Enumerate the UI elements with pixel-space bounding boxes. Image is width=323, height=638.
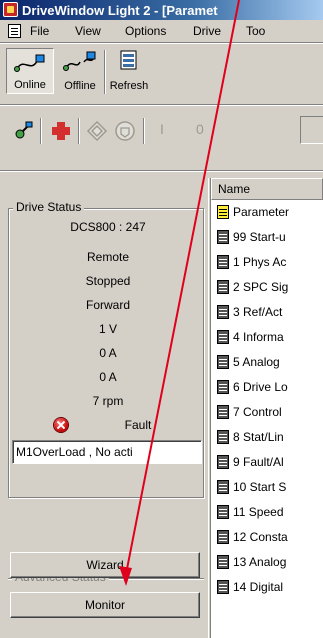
divider — [40, 118, 42, 144]
tree-item-label: 9 Fault/Al — [233, 455, 284, 469]
divider — [143, 118, 145, 144]
offline-icon — [63, 51, 96, 71]
offline-label: Offline — [64, 80, 96, 92]
offline-button[interactable]: Offline — [58, 48, 102, 94]
on-button[interactable]: I — [160, 121, 164, 137]
toolbar-separator — [0, 104, 323, 106]
refresh-button[interactable]: Refresh — [105, 48, 153, 94]
tree-item-label: Parameter — [233, 205, 290, 219]
app-icon — [3, 2, 18, 17]
off-button[interactable]: 0 — [196, 121, 204, 137]
start-icon[interactable] — [86, 120, 108, 142]
tree-item-label: 7 Control — [233, 405, 282, 419]
speed-value: 7 rpm — [92, 394, 124, 408]
doc-icon — [217, 230, 229, 244]
fault-label: Fault — [124, 418, 152, 432]
tree-item-label: 6 Drive Lo — [233, 380, 288, 394]
tree-item-label: 12 Consta — [233, 530, 288, 544]
run-state: Stopped — [85, 274, 131, 288]
doc-icon — [217, 430, 229, 444]
fault-message-field: M1OverLoad , No acti — [12, 440, 202, 464]
doc-icon — [217, 280, 229, 294]
name-column-header[interactable]: Name — [211, 178, 323, 200]
doc-icon — [217, 255, 229, 269]
tree-item-label: 11 Speed — [233, 505, 284, 519]
divider — [78, 118, 80, 144]
doc-icon — [217, 380, 229, 394]
connect-drive-icon[interactable] — [12, 120, 34, 142]
tree-item-label: 13 Analog — [233, 555, 287, 569]
doc-icon — [217, 455, 229, 469]
tree-item-label: 4 Informa — [233, 330, 284, 344]
doc-icon — [217, 530, 229, 544]
current-value-1: 0 A — [99, 346, 117, 360]
secondary-toolbar: I 0 — [0, 108, 323, 152]
menu-options[interactable]: Options — [125, 24, 166, 38]
online-button[interactable]: Online — [6, 48, 54, 94]
tree-item-label: 5 Analog — [233, 355, 280, 369]
title-bar[interactable]: DriveWindow Light 2 - [Paramet — [0, 0, 323, 20]
direction: Forward — [85, 298, 130, 312]
reference-field[interactable] — [300, 116, 323, 144]
doc-icon — [217, 405, 229, 419]
doc-icon — [217, 305, 229, 319]
monitor-button[interactable]: Monitor — [10, 592, 200, 618]
refresh-label: Refresh — [109, 80, 149, 92]
doc-icon — [217, 355, 229, 369]
tree-item-label: 3 Ref/Act — [233, 305, 283, 319]
toolbar2-separator — [0, 170, 323, 172]
parameter-tree: Name Parameter 99 Start-u 1 Phys Ac 2 SPC S… — [211, 178, 323, 638]
document-menu-icon[interactable] — [8, 24, 21, 38]
doc-icon — [217, 505, 229, 519]
online-label: Online — [14, 79, 46, 91]
window-title: DriveWindow Light 2 - [Paramet — [22, 3, 218, 18]
add-icon[interactable] — [50, 120, 72, 142]
yellow-doc-icon — [217, 205, 229, 219]
stop-icon[interactable] — [114, 120, 136, 142]
tree-item-label: 1 Phys Ac — [233, 255, 287, 269]
refresh-icon — [120, 50, 137, 70]
tree-item-label: 10 Start S — [233, 480, 287, 494]
menu-tools[interactable]: Too — [246, 24, 265, 38]
tree-item-label: 8 Stat/Lin — [233, 430, 284, 444]
current-value-2: 0 A — [99, 370, 117, 384]
control-location: Remote — [86, 250, 130, 264]
menu-view[interactable]: View — [75, 24, 101, 38]
menu-bar: File View Options Drive Too — [0, 20, 323, 42]
tree-item-label: 2 SPC Sig — [233, 280, 289, 294]
doc-icon — [217, 480, 229, 494]
voltage-value: 1 V — [98, 322, 117, 336]
doc-icon — [217, 555, 229, 569]
wizard-button[interactable]: Wizard — [10, 552, 200, 578]
doc-icon — [217, 330, 229, 344]
online-icon — [14, 54, 45, 72]
menu-drive[interactable]: Drive — [193, 24, 221, 38]
drive-status-title: Drive Status — [13, 200, 85, 214]
doc-icon — [217, 580, 229, 594]
tree-item-label: 99 Start-u — [233, 230, 286, 244]
drive-id: DCS800 : 247 — [70, 220, 146, 234]
tree-item-label: 14 Digital — [233, 580, 284, 594]
menu-separator — [0, 42, 323, 44]
menu-file[interactable]: File — [30, 24, 49, 38]
